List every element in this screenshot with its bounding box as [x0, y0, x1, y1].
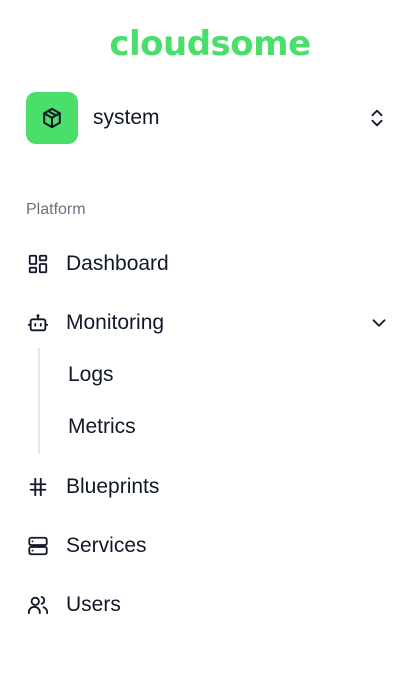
nav-section-label: Platform: [26, 201, 86, 218]
sidebar-item-label: Services: [66, 534, 147, 557]
server-icon: [26, 534, 50, 558]
sidebar-item-blueprints[interactable]: Blueprints: [26, 469, 396, 505]
submenu-divider: [38, 348, 40, 454]
brand-logo: cloudsome: [0, 24, 420, 64]
sidebar-item-label: Blueprints: [66, 475, 160, 498]
sidebar-item-label: Dashboard: [66, 252, 169, 275]
layout-grid-icon: [26, 252, 50, 276]
chevrons-up-down-icon[interactable]: [366, 107, 388, 129]
team-switcher[interactable]: system: [26, 92, 396, 144]
sidebar-item-monitoring[interactable]: Monitoring: [26, 305, 396, 341]
chevron-down-icon[interactable]: [368, 312, 390, 334]
logo-text: cloudsome: [109, 24, 311, 64]
sidebar-subitem-label: Metrics: [68, 415, 136, 438]
sidebar-item-users[interactable]: Users: [26, 587, 396, 623]
bot-icon: [26, 311, 50, 335]
team-avatar: [26, 92, 78, 144]
sidebar-item-label: Monitoring: [66, 311, 165, 334]
sidebar-item-label: Users: [66, 593, 121, 616]
sidebar-subitem-label: Logs: [68, 363, 114, 386]
sidebar-subitem-logs[interactable]: Logs: [68, 359, 368, 391]
users-icon: [26, 593, 50, 617]
team-name: system: [93, 106, 160, 129]
sidebar-item-services[interactable]: Services: [26, 528, 396, 564]
package-icon: [43, 107, 61, 129]
hash-icon: [26, 475, 50, 499]
sidebar-subitem-metrics[interactable]: Metrics: [68, 411, 368, 443]
sidebar-item-dashboard[interactable]: Dashboard: [26, 246, 396, 282]
